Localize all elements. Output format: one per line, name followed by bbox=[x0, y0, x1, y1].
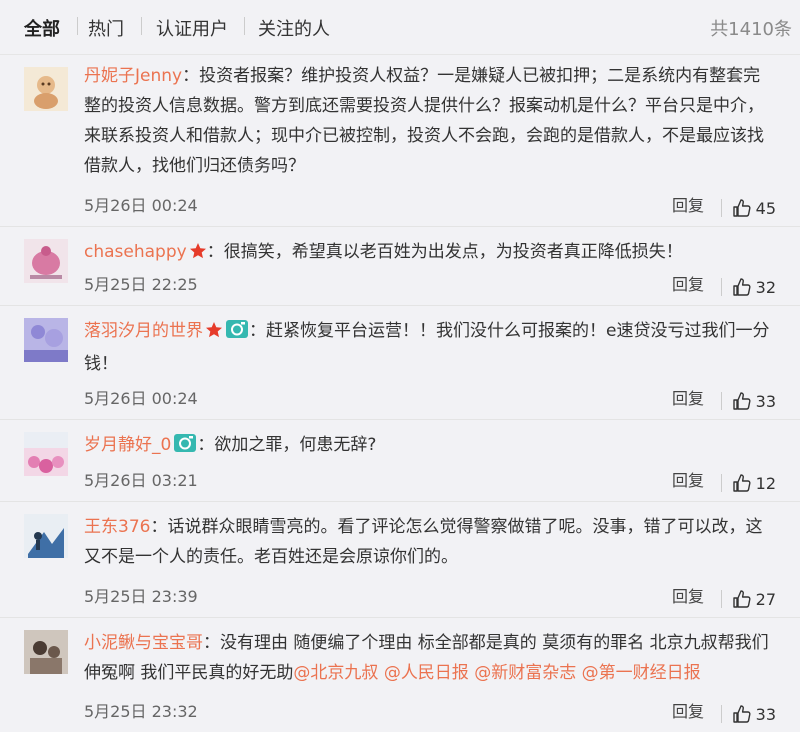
divider bbox=[720, 590, 722, 608]
divider bbox=[720, 705, 722, 723]
reply-button[interactable]: 回复 bbox=[672, 385, 704, 409]
like-button[interactable]: 33 bbox=[720, 391, 776, 411]
comment-timestamp: 5月26日 03:21 bbox=[84, 471, 198, 490]
comment-total-count: 共1410条 bbox=[710, 19, 792, 40]
thumbs-up-icon bbox=[732, 199, 751, 217]
comment-username[interactable]: 岁月静好_0 bbox=[84, 435, 171, 455]
tab-following[interactable]: 关注的人 bbox=[258, 15, 330, 41]
avatar[interactable] bbox=[24, 514, 68, 558]
like-count: 32 bbox=[755, 277, 776, 297]
camera-badge-icon bbox=[173, 433, 197, 463]
comment-timestamp: 5月25日 23:32 bbox=[84, 702, 198, 721]
star-badge-icon bbox=[205, 319, 223, 349]
mention-link[interactable]: @新财富杂志 bbox=[474, 663, 576, 683]
tab-divider bbox=[141, 17, 142, 35]
comment-item: 小泥鳅与宝宝哥：没有理由 随便编了个理由 标全部都是真的 莫须有的罪名 北京九叔… bbox=[0, 618, 800, 732]
comment-text: ：话说群众眼睛雪亮的。看了评论怎么觉得警察做错了呢。没事，错了可以改，这又不是一… bbox=[84, 517, 763, 567]
comment-item: 丹妮子Jenny：投资者报案？维护投资人权益？一是嫌疑人已被扣押；二是系统内有整… bbox=[0, 55, 800, 227]
avatar[interactable] bbox=[24, 432, 68, 476]
thumbs-up-icon bbox=[732, 278, 751, 296]
thumbs-up-icon bbox=[732, 590, 751, 608]
comment-timestamp: 5月25日 23:39 bbox=[84, 587, 198, 606]
comment-filter-tabs: 全部 热门 认证用户 关注的人 共1410条 bbox=[0, 0, 800, 55]
reply-button[interactable]: 回复 bbox=[672, 271, 704, 295]
like-button[interactable]: 33 bbox=[720, 704, 776, 724]
avatar[interactable] bbox=[24, 239, 68, 283]
divider bbox=[720, 278, 722, 296]
comment-text: ：很搞笑，希望真以老百姓为出发点，为投资者真正降低损失！ bbox=[206, 242, 683, 262]
divider bbox=[720, 474, 722, 492]
like-button[interactable]: 27 bbox=[720, 589, 776, 609]
like-count: 33 bbox=[755, 704, 776, 724]
thumbs-up-icon bbox=[732, 705, 751, 723]
like-count: 33 bbox=[755, 391, 776, 411]
thumbs-up-icon bbox=[732, 474, 751, 492]
like-button[interactable]: 12 bbox=[720, 473, 776, 493]
mention-link[interactable]: @北京九叔 bbox=[293, 663, 378, 683]
reply-button[interactable]: 回复 bbox=[672, 698, 704, 722]
avatar[interactable] bbox=[24, 630, 68, 674]
camera-badge-icon bbox=[225, 319, 249, 349]
comment-username[interactable]: 王东376 bbox=[84, 517, 150, 537]
avatar[interactable] bbox=[24, 67, 68, 111]
comment-timestamp: 5月26日 00:24 bbox=[84, 196, 198, 215]
avatar[interactable] bbox=[24, 318, 68, 362]
comment-username[interactable]: chasehappy bbox=[84, 242, 187, 262]
comment-username[interactable]: 丹妮子Jenny bbox=[84, 66, 182, 86]
reply-button[interactable]: 回复 bbox=[672, 583, 704, 607]
comment-timestamp: 5月26日 00:24 bbox=[84, 389, 198, 408]
tab-verified[interactable]: 认证用户 bbox=[156, 15, 228, 41]
like-button[interactable]: 32 bbox=[720, 277, 776, 297]
divider bbox=[720, 392, 722, 410]
comment-item: chasehappy ：很搞笑，希望真以老百姓为出发点，为投资者真正降低损失！ 5… bbox=[0, 227, 800, 306]
mention-link[interactable]: @人民日报 bbox=[384, 663, 469, 683]
comment-text: ：投资者报案？维护投资人权益？一是嫌疑人已被扣押；二是系统内有整套完整的投资人信… bbox=[84, 66, 764, 176]
like-count: 45 bbox=[755, 198, 776, 218]
reply-button[interactable]: 回复 bbox=[672, 192, 704, 216]
tab-hot[interactable]: 热门 bbox=[88, 15, 124, 41]
tab-divider bbox=[77, 17, 78, 35]
comment-item: 岁月静好_0 ：欲加之罪，何患无辞? 5月26日 03:21 回复 12 bbox=[0, 420, 800, 502]
comment-item: 王东376：话说群众眼睛雪亮的。看了评论怎么觉得警察做错了呢。没事，错了可以改，… bbox=[0, 502, 800, 618]
comment-timestamp: 5月25日 22:25 bbox=[84, 275, 198, 294]
like-count: 12 bbox=[755, 473, 776, 493]
reply-button[interactable]: 回复 bbox=[672, 467, 704, 491]
tab-divider bbox=[244, 17, 245, 35]
mention-link[interactable]: @第一财经日报 bbox=[582, 663, 701, 683]
thumbs-up-icon bbox=[732, 392, 751, 410]
comment-username[interactable]: 小泥鳅与宝宝哥 bbox=[84, 633, 203, 653]
comment-username[interactable]: 落羽汐月的世界 bbox=[84, 321, 203, 341]
like-count: 27 bbox=[755, 589, 776, 609]
comment-text: ：欲加之罪，何患无辞? bbox=[197, 435, 377, 455]
comment-item: 落羽汐月的世界 ：赶紧恢复平台运营！！我们没什么可报案的！e速贷没亏过我们一分钱！… bbox=[0, 306, 800, 420]
star-badge-icon bbox=[189, 240, 207, 270]
tab-all[interactable]: 全部 bbox=[24, 15, 60, 41]
divider bbox=[720, 199, 722, 217]
like-button[interactable]: 45 bbox=[720, 198, 776, 218]
